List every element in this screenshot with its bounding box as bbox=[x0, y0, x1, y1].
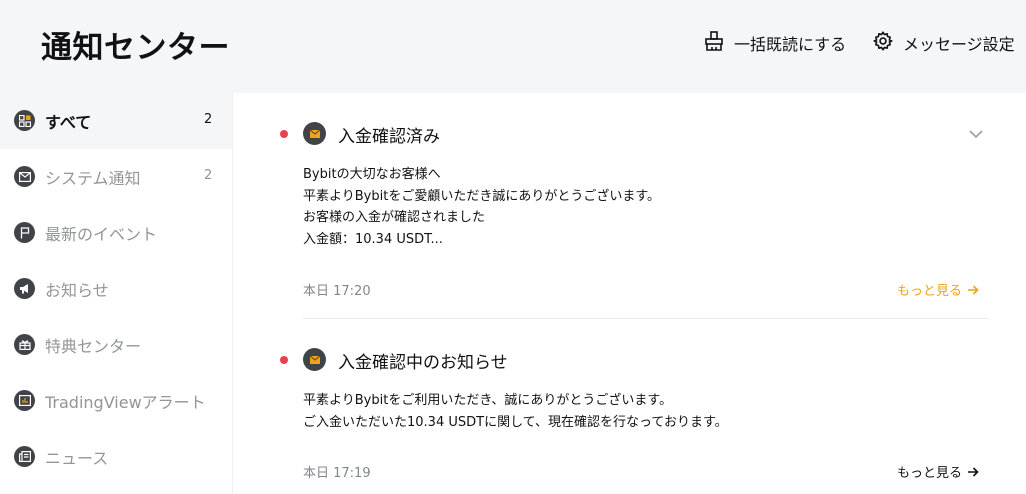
megaphone-icon bbox=[14, 278, 35, 299]
notification-time: 本日 17:20 bbox=[303, 284, 371, 299]
body-line: Bybitの大切なお客様へ bbox=[303, 167, 441, 182]
sidebar: すべて 2 システム通知 2 最新のイベント お知らせ 特典センター Tradi… bbox=[0, 93, 233, 494]
body-line: ご入金いただいた10.34 USDTに関して、現在確認を行なっております。 bbox=[303, 414, 728, 430]
sidebar-item-count: 2 bbox=[204, 112, 213, 127]
sidebar-item-system-notices[interactable]: システム通知 2 bbox=[0, 149, 232, 205]
see-more-link[interactable]: もっと見る bbox=[897, 462, 979, 481]
notification-body: Bybitの大切なお客様へ 平素よりBybitをご愛顧いただき誠にありがとうござ… bbox=[303, 164, 660, 250]
sidebar-item-label: ニュース bbox=[45, 449, 109, 468]
chevron-down-icon[interactable] bbox=[967, 125, 985, 143]
page-title: 通知センター bbox=[41, 30, 230, 66]
notification-title: 入金確認中のお知らせ bbox=[338, 353, 508, 373]
mail-icon bbox=[14, 166, 35, 187]
see-more-label: もっと見る bbox=[897, 284, 963, 299]
notification-time: 本日 17:19 bbox=[303, 466, 371, 481]
sidebar-item-label: 特典センター bbox=[45, 337, 142, 356]
sidebar-item-label: 最新のイベント bbox=[45, 225, 158, 244]
news-icon bbox=[14, 446, 35, 467]
notification-title: 入金確認済み bbox=[338, 127, 440, 147]
broom-icon bbox=[703, 30, 725, 56]
flag-icon bbox=[14, 222, 35, 243]
body-line: 平素よりBybitをご利用いただき、誠にありがとうございます。 bbox=[303, 393, 673, 408]
sidebar-item-label: TradingViewアラート bbox=[45, 393, 206, 412]
body-line: お客様の入金が確認されました bbox=[303, 210, 486, 225]
message-settings-label: メッセージ設定 bbox=[903, 35, 1015, 54]
see-more-label: もっと見る bbox=[897, 466, 963, 481]
header: 通知センター 一括既読にする メッセージ設定 bbox=[0, 0, 1026, 93]
sidebar-item-label: システム通知 bbox=[45, 169, 141, 188]
sidebar-item-label: すべて bbox=[45, 113, 92, 132]
gift-icon bbox=[14, 334, 35, 355]
sidebar-item-all[interactable]: すべて 2 bbox=[0, 93, 232, 149]
chart-alert-icon bbox=[14, 390, 35, 411]
unread-dot bbox=[280, 356, 288, 364]
sidebar-item-tradingview-alerts[interactable]: TradingViewアラート bbox=[0, 373, 232, 429]
arrow-right-icon bbox=[968, 466, 979, 477]
mail-icon bbox=[303, 348, 326, 371]
arrow-right-icon bbox=[968, 284, 979, 295]
sidebar-item-announcements[interactable]: お知らせ bbox=[0, 261, 232, 317]
body-line: 入金額：10.34 USDT... bbox=[303, 231, 443, 247]
grid-icon bbox=[14, 110, 35, 131]
message-settings-button[interactable]: メッセージ設定 bbox=[872, 31, 1015, 55]
mail-icon bbox=[303, 122, 326, 145]
sidebar-item-label: お知らせ bbox=[45, 281, 109, 300]
notification-body: 平素よりBybitをご利用いただき、誠にありがとうございます。 ご入金いただいた… bbox=[303, 390, 728, 433]
gear-icon bbox=[872, 30, 894, 56]
sidebar-item-latest-events[interactable]: 最新のイベント bbox=[0, 205, 232, 261]
notification-card[interactable]: 入金確認中のお知らせ 平素よりBybitをご利用いただき、誠にありがとうございま… bbox=[234, 319, 1026, 494]
sidebar-item-news[interactable]: ニュース bbox=[0, 429, 232, 485]
notification-list: 入金確認済み Bybitの大切なお客様へ 平素よりBybitをご愛顧いただき誠に… bbox=[234, 93, 1026, 494]
unread-dot bbox=[280, 130, 288, 138]
notification-card[interactable]: 入金確認済み Bybitの大切なお客様へ 平素よりBybitをご愛顧いただき誠に… bbox=[234, 93, 1026, 319]
mark-all-read-label: 一括既読にする bbox=[734, 35, 847, 54]
sidebar-item-rewards-center[interactable]: 特典センター bbox=[0, 317, 232, 373]
see-more-link[interactable]: もっと見る bbox=[897, 280, 979, 299]
body-line: 平素よりBybitをご愛顧いただき誠にありがとうございます。 bbox=[303, 188, 661, 204]
sidebar-item-count: 2 bbox=[204, 168, 213, 183]
mark-all-read-button[interactable]: 一括既読にする bbox=[703, 31, 846, 55]
